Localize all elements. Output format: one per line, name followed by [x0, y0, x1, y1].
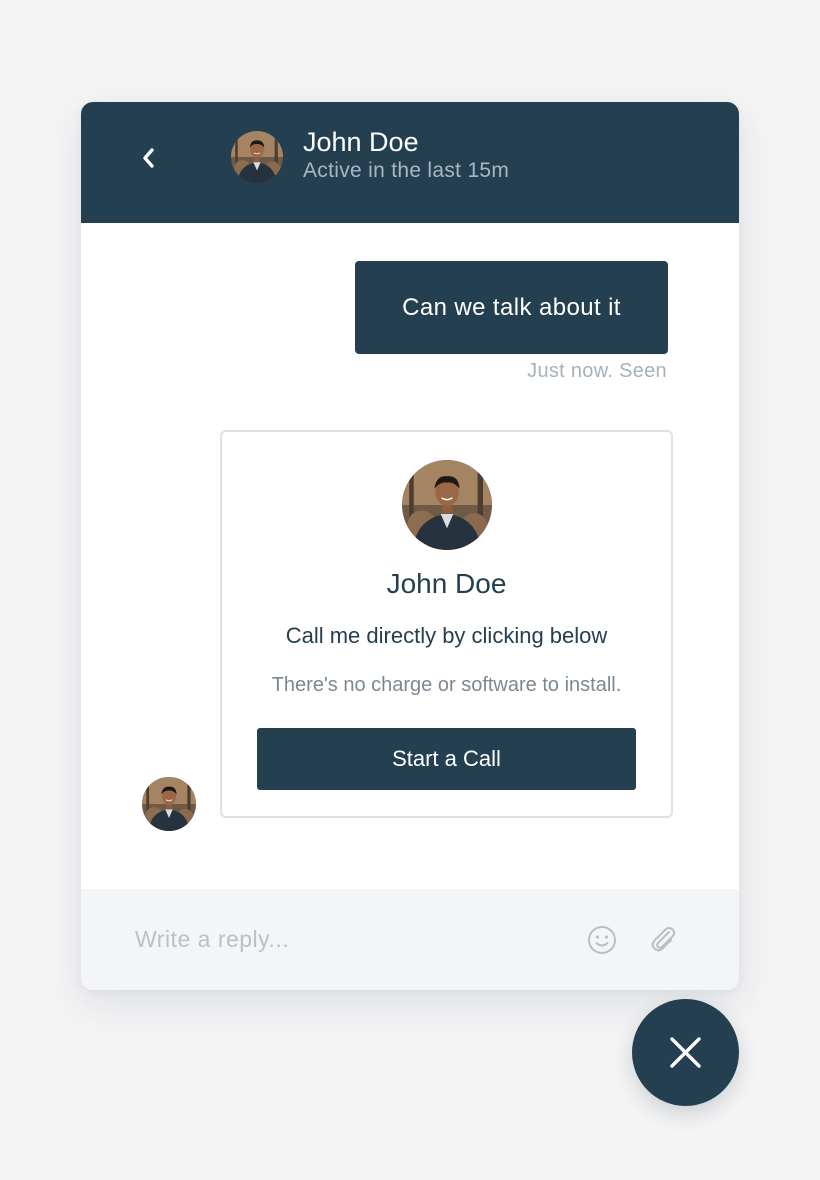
- contact-status: Active in the last 15m: [303, 159, 510, 182]
- outgoing-message: Can we talk about it: [355, 261, 668, 354]
- header-avatar: [231, 131, 283, 183]
- message-status: Just now. Seen: [527, 360, 667, 382]
- attach-button[interactable]: [646, 923, 680, 957]
- chat-header: John Doe Active in the last 15m: [81, 102, 739, 223]
- chevron-left-icon: [143, 148, 154, 168]
- card-title: Call me directly by clicking below: [285, 623, 608, 648]
- card-subtitle: There's no charge or software to install…: [271, 674, 622, 696]
- reply-input[interactable]: [135, 916, 575, 962]
- sender-avatar: [142, 777, 196, 831]
- start-call-button[interactable]: Start a Call: [257, 728, 636, 790]
- emoji-button[interactable]: [585, 923, 619, 957]
- close-chat-button[interactable]: [632, 999, 739, 1106]
- card-avatar: [402, 460, 492, 550]
- back-button[interactable]: [129, 138, 169, 178]
- card-contact-name: John Doe: [386, 568, 507, 599]
- reply-composer: [81, 889, 739, 990]
- call-card: John Doe Call me directly by clicking be…: [220, 430, 673, 818]
- contact-name: John Doe: [303, 127, 419, 157]
- close-icon: [670, 1037, 701, 1068]
- smiley-icon: [588, 926, 616, 954]
- paperclip-icon: [651, 926, 676, 952]
- chat-widget: John Doe Active in the last 15m Can we t…: [81, 102, 739, 990]
